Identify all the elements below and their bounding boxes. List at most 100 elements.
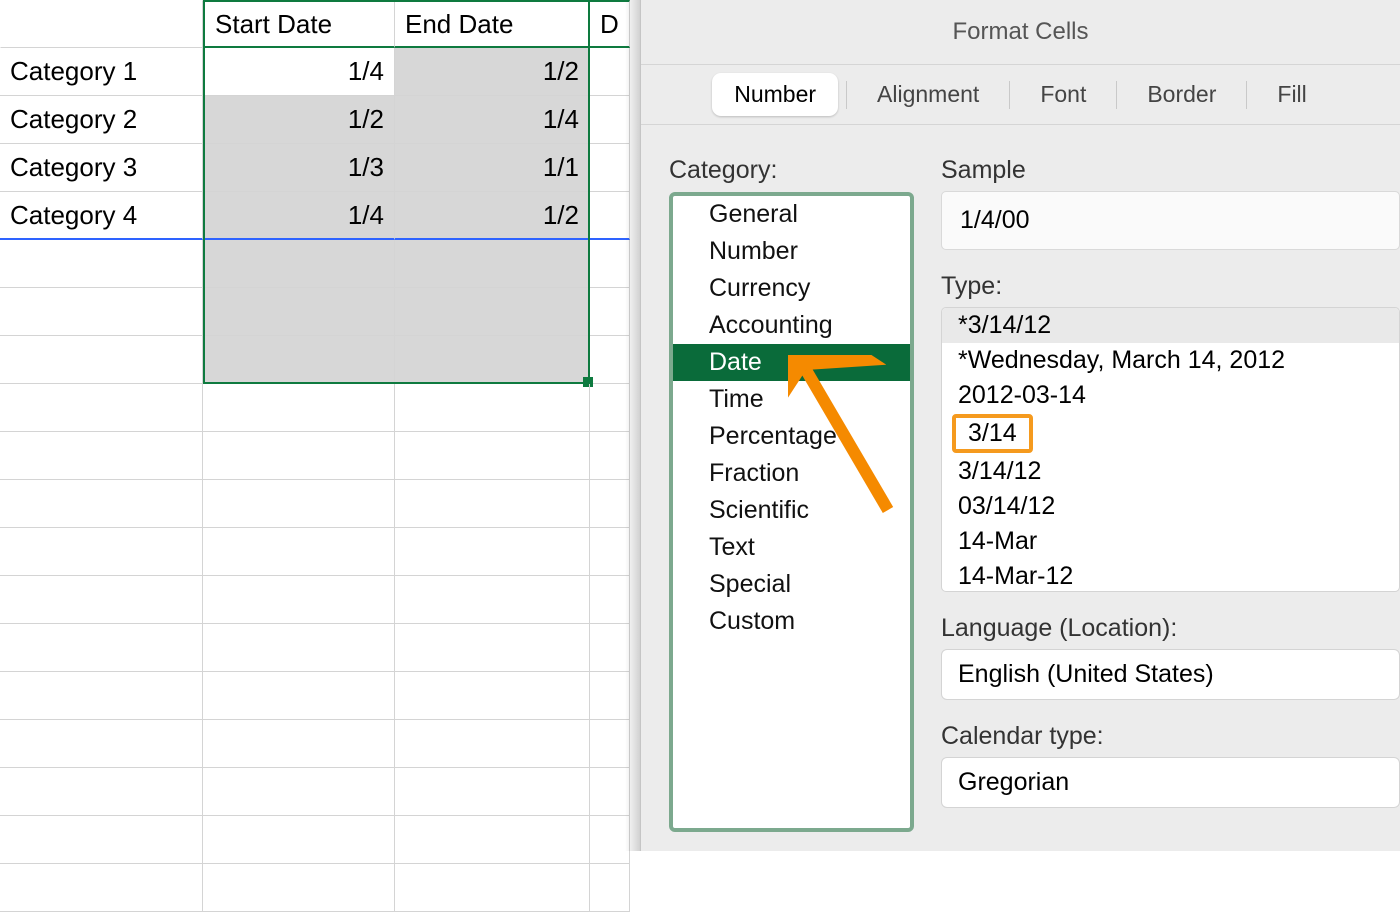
cell-empty-selected[interactable]	[203, 240, 395, 288]
cell-empty-selected[interactable]	[395, 336, 590, 384]
row-label-empty[interactable]	[0, 240, 203, 288]
type-item[interactable]: 3/14/12	[942, 454, 1399, 489]
cell-start-date[interactable]: 1/3	[203, 144, 395, 192]
cell-empty[interactable]	[203, 672, 395, 720]
cell-empty[interactable]	[0, 720, 203, 768]
cell-empty[interactable]	[395, 384, 590, 432]
cell-empty[interactable]	[590, 672, 630, 720]
cell-empty[interactable]	[590, 768, 630, 816]
cell-empty[interactable]	[590, 816, 630, 864]
column-header[interactable]: Start Date	[203, 0, 395, 48]
column-header[interactable]: End Date	[395, 0, 590, 48]
cell-empty[interactable]	[395, 864, 590, 912]
cell-end-date[interactable]: 1/2	[395, 192, 590, 240]
cell-empty[interactable]	[0, 432, 203, 480]
category-item-accounting[interactable]: Accounting	[673, 307, 910, 344]
type-item[interactable]: 2012-03-14	[942, 378, 1399, 413]
cell-partial[interactable]	[590, 192, 630, 240]
cell-end-date[interactable]: 1/2	[395, 48, 590, 96]
category-item-percentage[interactable]: Percentage	[673, 418, 910, 455]
cell-empty[interactable]	[395, 624, 590, 672]
cell-empty[interactable]	[0, 864, 203, 912]
cell-empty[interactable]	[395, 816, 590, 864]
cell-end-date[interactable]: 1/4	[395, 96, 590, 144]
cell-empty[interactable]	[0, 816, 203, 864]
type-item[interactable]: 14-Mar	[942, 524, 1399, 559]
cell-empty[interactable]	[590, 528, 630, 576]
cell-empty[interactable]	[203, 720, 395, 768]
category-item-date[interactable]: Date	[673, 344, 910, 381]
category-item-number[interactable]: Number	[673, 233, 910, 270]
language-select[interactable]: English (United States)	[941, 649, 1400, 700]
cell-empty[interactable]	[0, 480, 203, 528]
category-item-text[interactable]: Text	[673, 529, 910, 566]
cell-empty[interactable]	[395, 528, 590, 576]
cell-empty[interactable]	[203, 816, 395, 864]
cell-empty[interactable]	[395, 480, 590, 528]
tab-border[interactable]: Border	[1125, 73, 1238, 116]
cell-empty[interactable]	[203, 624, 395, 672]
cell-empty[interactable]	[590, 336, 630, 384]
cell-empty[interactable]	[590, 864, 630, 912]
category-item-custom[interactable]: Custom	[673, 603, 910, 640]
category-item-general[interactable]: General	[673, 196, 910, 233]
column-header[interactable]: D	[590, 0, 630, 48]
cell-empty[interactable]	[0, 384, 203, 432]
row-label[interactable]: Category 4	[0, 192, 203, 240]
cell-empty[interactable]	[0, 672, 203, 720]
tab-font[interactable]: Font	[1018, 73, 1108, 116]
cell-empty[interactable]	[590, 384, 630, 432]
cell-empty[interactable]	[203, 768, 395, 816]
cell-empty[interactable]	[395, 432, 590, 480]
cell-blank-header[interactable]	[0, 0, 203, 48]
category-item-scientific[interactable]: Scientific	[673, 492, 910, 529]
cell-empty[interactable]	[590, 480, 630, 528]
cell-empty[interactable]	[590, 288, 630, 336]
category-item-currency[interactable]: Currency	[673, 270, 910, 307]
cell-empty[interactable]	[203, 432, 395, 480]
tab-alignment[interactable]: Alignment	[855, 73, 1001, 116]
cell-empty[interactable]	[0, 576, 203, 624]
cell-partial[interactable]	[590, 96, 630, 144]
category-item-fraction[interactable]: Fraction	[673, 455, 910, 492]
cell-partial[interactable]	[590, 48, 630, 96]
spreadsheet[interactable]: Start DateEnd DateDCategory 11/41/2Categ…	[0, 0, 640, 851]
cell-empty[interactable]	[395, 720, 590, 768]
tab-number[interactable]: Number	[712, 73, 838, 116]
cell-empty[interactable]	[590, 240, 630, 288]
row-label[interactable]: Category 2	[0, 96, 203, 144]
cell-partial[interactable]	[590, 144, 630, 192]
cell-empty[interactable]	[203, 384, 395, 432]
cell-empty[interactable]	[0, 624, 203, 672]
cell-empty-selected[interactable]	[395, 240, 590, 288]
cell-end-date[interactable]: 1/1	[395, 144, 590, 192]
row-label[interactable]: Category 3	[0, 144, 203, 192]
cell-empty[interactable]	[203, 480, 395, 528]
tab-fill[interactable]: Fill	[1255, 73, 1328, 116]
category-listbox[interactable]: GeneralNumberCurrencyAccountingDateTimeP…	[669, 192, 914, 832]
type-item[interactable]: *3/14/12	[942, 308, 1399, 343]
type-item[interactable]: 3/14	[952, 414, 1033, 453]
cell-empty-selected[interactable]	[395, 288, 590, 336]
cell-empty[interactable]	[203, 864, 395, 912]
row-label-empty[interactable]	[0, 336, 203, 384]
cell-start-date[interactable]: 1/4	[203, 48, 395, 96]
category-item-time[interactable]: Time	[673, 381, 910, 418]
cell-empty[interactable]	[590, 432, 630, 480]
cell-empty[interactable]	[0, 768, 203, 816]
cell-empty[interactable]	[395, 672, 590, 720]
cell-empty-selected[interactable]	[203, 336, 395, 384]
type-item[interactable]: 03/14/12	[942, 489, 1399, 524]
cell-empty[interactable]	[0, 528, 203, 576]
category-item-special[interactable]: Special	[673, 566, 910, 603]
cell-empty-selected[interactable]	[203, 288, 395, 336]
cell-empty[interactable]	[590, 576, 630, 624]
cell-empty[interactable]	[590, 720, 630, 768]
cell-empty[interactable]	[590, 624, 630, 672]
type-item[interactable]: 14-Mar-12	[942, 559, 1399, 592]
row-label[interactable]: Category 1	[0, 48, 203, 96]
cell-empty[interactable]	[203, 576, 395, 624]
type-item[interactable]: *Wednesday, March 14, 2012	[942, 343, 1399, 378]
cell-empty[interactable]	[395, 576, 590, 624]
cell-start-date[interactable]: 1/2	[203, 96, 395, 144]
